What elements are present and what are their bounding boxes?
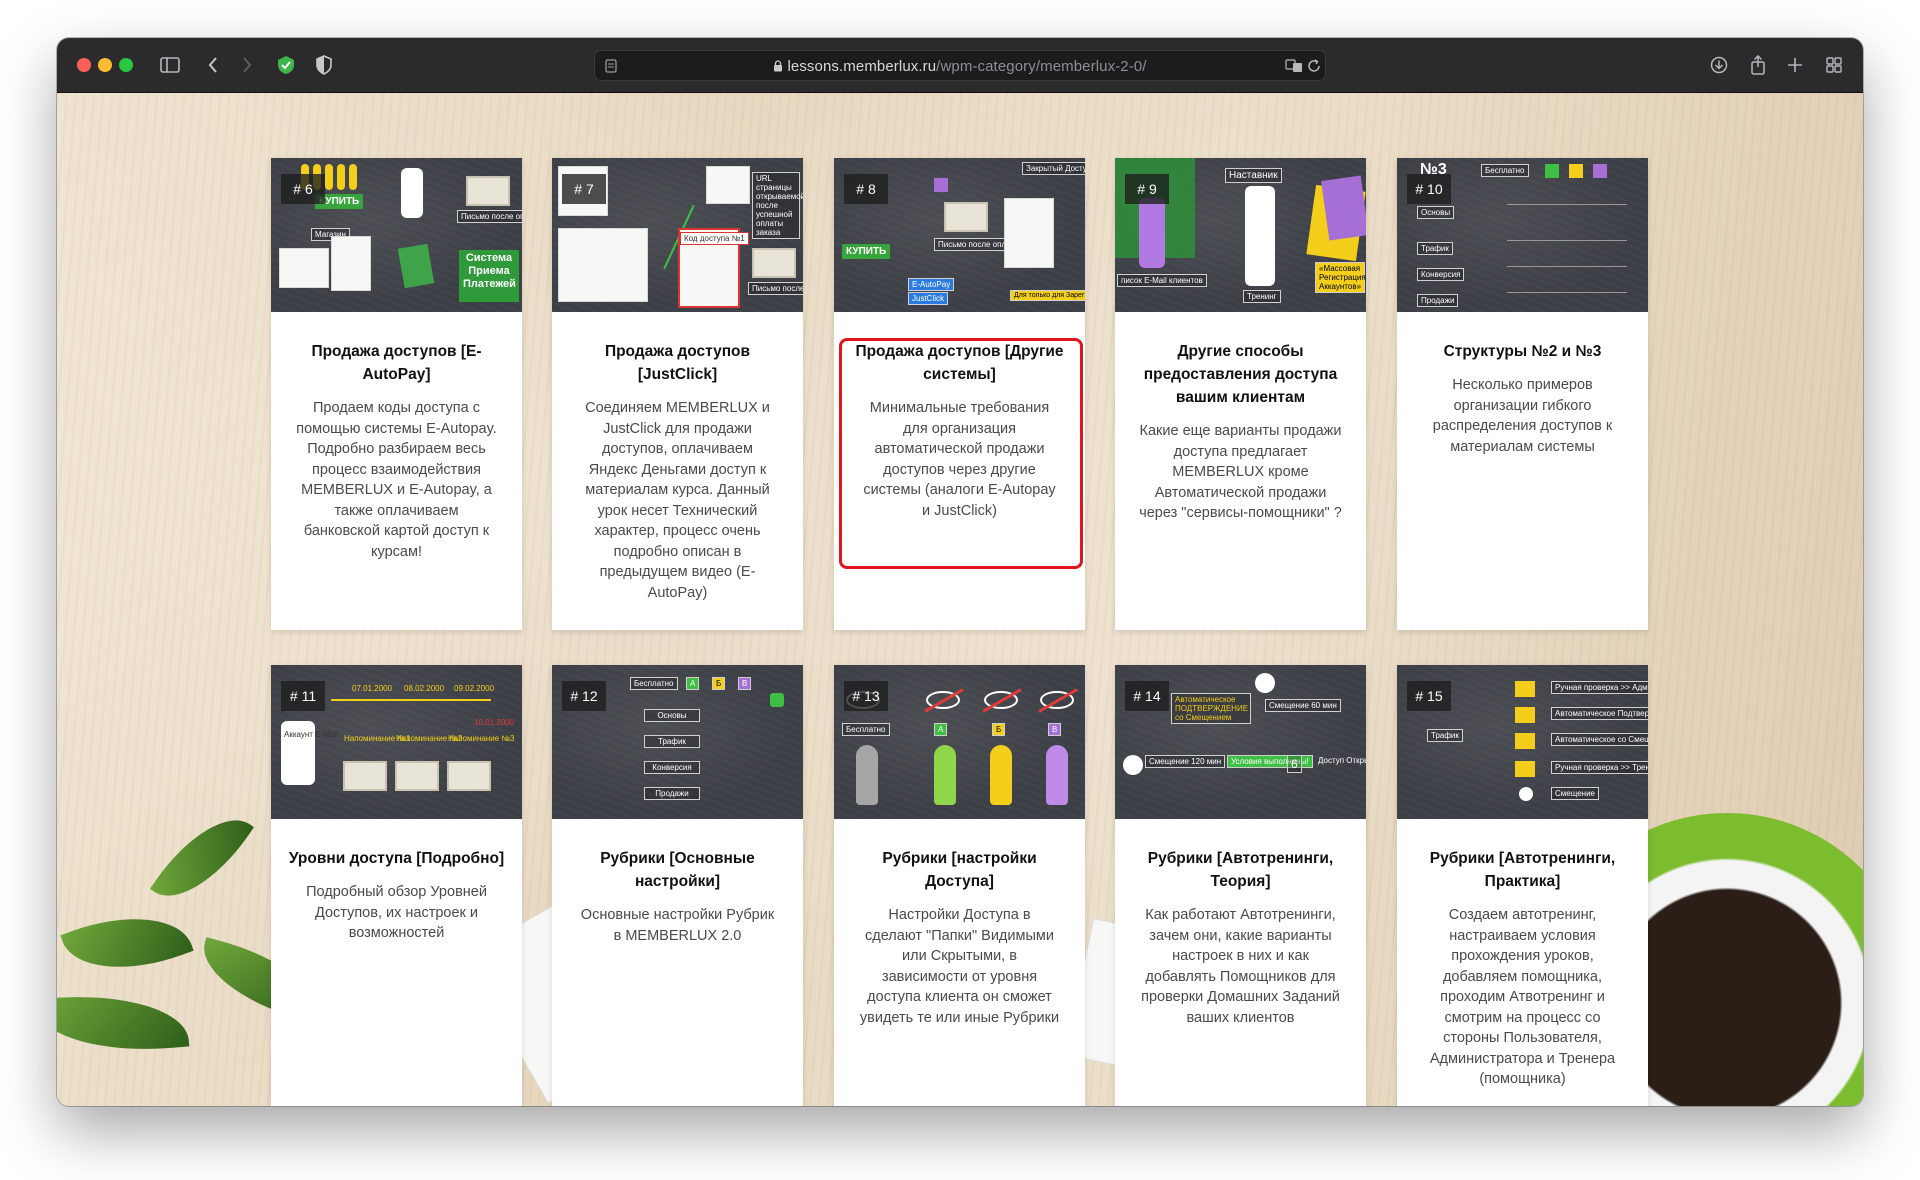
lesson-card[interactable]: Бесплатно A Б В # 13 Рубрики [настройки … [834, 665, 1085, 1106]
lesson-thumbnail: Закрытый Доступ КУПИТЬ Письмо после опла… [834, 158, 1085, 312]
lesson-card[interactable]: 07.01.2000 08.02.2000 09.02.2000 10.01.2… [271, 665, 522, 1106]
reload-icon[interactable] [1306, 56, 1322, 76]
lesson-number-badge: # 9 [1125, 174, 1169, 204]
lesson-card[interactable]: Автоматическое ПОДТВЕРЖДЕНИЕ со Смещение… [1115, 665, 1366, 1106]
lesson-number-badge: # 6 [281, 174, 325, 204]
minimize-window-button[interactable] [98, 58, 112, 72]
lesson-description: Настройки Доступа в сделают "Папки" Види… [859, 907, 1060, 1026]
translate-icon[interactable] [1285, 56, 1303, 76]
url-path: /wpm-category/memberlux-2-0/ [936, 58, 1147, 75]
highlighted-card-outline [839, 338, 1083, 569]
lesson-thumbnail: Автоматическое ПОДТВЕРЖДЕНИЕ со Смещение… [1115, 665, 1366, 819]
share-icon[interactable] [1747, 52, 1769, 78]
tab-overview-icon[interactable] [1823, 52, 1845, 78]
lesson-description: Продаем коды доступа с помощью системы E… [296, 400, 497, 560]
address-bar[interactable]: lessons.memberlux.ru/wpm-category/member… [594, 50, 1326, 81]
lesson-title[interactable]: Продажа доступов [E-AutoPay] [271, 340, 522, 386]
zoom-window-button[interactable] [119, 58, 133, 72]
lesson-title[interactable]: Продажа доступов [JustClick] [552, 340, 803, 386]
lesson-number-badge: # 14 [1125, 681, 1169, 711]
lesson-title[interactable]: Уровни доступа [Подробно] [271, 847, 522, 870]
lesson-card[interactable]: Трафик Ручная проверка >> Администратор … [1397, 665, 1648, 1106]
lesson-title[interactable]: Рубрики [Автотренинги, Теория] [1115, 847, 1366, 893]
lesson-number-badge: # 15 [1407, 681, 1451, 711]
lesson-title[interactable]: Структуры №2 и №3 [1397, 340, 1648, 363]
lesson-number-badge: # 10 [1407, 174, 1451, 204]
lesson-card[interactable]: URL страницы открываемой после успешной … [552, 158, 803, 630]
lesson-thumbnail: Трафик Ручная проверка >> Администратор … [1397, 665, 1648, 819]
lesson-card[interactable]: Бесплатно A Б В Основы Трафик Конверсия … [552, 665, 803, 1106]
lesson-title[interactable]: Рубрики [Автотренинги, Практика] [1397, 847, 1648, 893]
privacy-shield-icon[interactable] [313, 52, 335, 78]
lesson-description: Создаем автотренинг, настраиваем условия… [1429, 907, 1616, 1087]
lesson-thumbnail: КУПИТЬ Письмо после оплаты Магазин Систе… [271, 158, 522, 312]
lesson-number-badge: # 13 [844, 681, 888, 711]
lesson-description: Какие еще варианты продажи доступа предл… [1139, 423, 1342, 521]
lesson-thumbnail: URL страницы открываемой после успешной … [552, 158, 803, 312]
new-tab-icon[interactable] [1784, 52, 1806, 78]
lock-icon [773, 59, 783, 76]
lesson-title[interactable]: Рубрики [настройки Доступа] [834, 847, 1085, 893]
lesson-title[interactable]: Рубрики [Основные настройки] [552, 847, 803, 893]
shield-check-extension-icon[interactable] [275, 52, 297, 78]
forward-icon[interactable] [237, 52, 257, 78]
close-window-button[interactable] [77, 58, 91, 72]
lesson-number-badge: # 12 [562, 681, 606, 711]
lesson-title[interactable]: Другие способы предоставления доступа ва… [1115, 340, 1366, 409]
page-content: КУПИТЬ Письмо после оплаты Магазин Систе… [57, 93, 1863, 1106]
lesson-number-badge: # 11 [281, 681, 325, 711]
browser-toolbar: lessons.memberlux.ru/wpm-category/member… [57, 38, 1863, 93]
lesson-number-badge: # 7 [562, 174, 606, 204]
lesson-thumbnail: Бесплатно A Б В # 13 [834, 665, 1085, 819]
lesson-thumbnail: 07.01.2000 08.02.2000 09.02.2000 10.01.2… [271, 665, 522, 819]
sidebar-toggle-icon[interactable] [157, 52, 183, 78]
lesson-card[interactable]: №3 Бесплатно Основы Трафик Конверсия Про… [1397, 158, 1648, 630]
back-icon[interactable] [203, 52, 223, 78]
lesson-thumbnail: писок E-Mail клиентов Наставник Тренинг … [1115, 158, 1366, 312]
browser-window: lessons.memberlux.ru/wpm-category/member… [57, 38, 1863, 1106]
lesson-thumbnail: №3 Бесплатно Основы Трафик Конверсия Про… [1397, 158, 1648, 312]
url-host: lessons.memberlux.ru [787, 58, 937, 75]
lesson-description: Основные настройки Рубрик в MEMBERLUX 2.… [580, 907, 775, 944]
downloads-icon[interactable] [1708, 52, 1730, 78]
lesson-description: Как работают Автотренинги, зачем они, ка… [1141, 907, 1340, 1026]
lesson-description: Подробный обзор Уровней Доступов, их нас… [306, 884, 487, 941]
lesson-card[interactable]: КУПИТЬ Письмо после оплаты Магазин Систе… [271, 158, 522, 630]
lesson-description: Несколько примеров организации гибкого р… [1432, 377, 1613, 455]
lesson-card[interactable]: писок E-Mail клиентов Наставник Тренинг … [1115, 158, 1366, 630]
lesson-number-badge: # 8 [844, 174, 888, 204]
lesson-description: Соединяем MEMBERLUX и JustClick для прод… [585, 400, 770, 601]
lesson-thumbnail: Бесплатно A Б В Основы Трафик Конверсия … [552, 665, 803, 819]
url-text: lessons.memberlux.ru/wpm-category/member… [595, 58, 1325, 76]
